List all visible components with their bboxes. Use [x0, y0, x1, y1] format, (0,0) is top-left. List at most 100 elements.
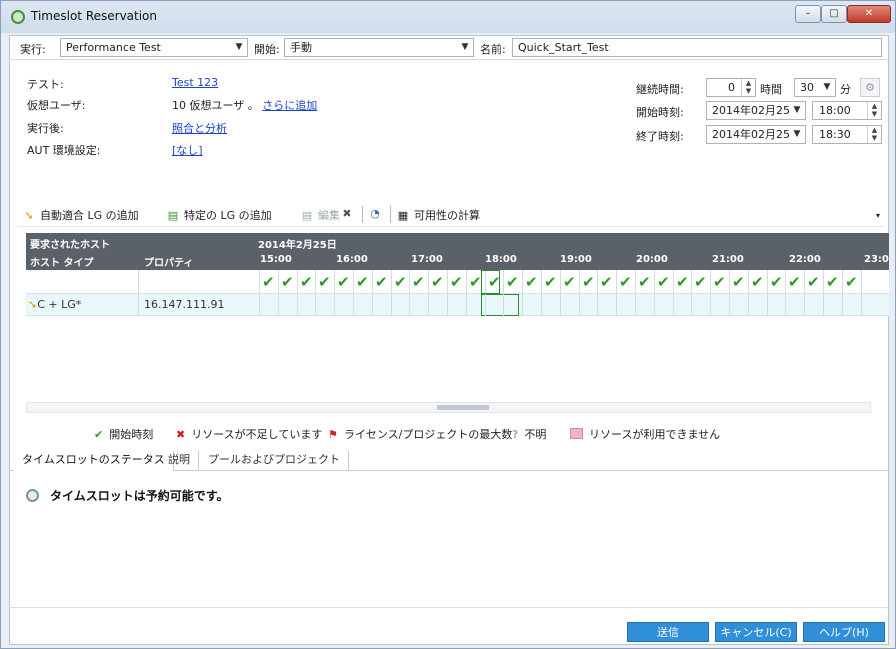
end-time-spinner[interactable]: 18:30 ▲ ▼: [812, 125, 882, 144]
minutes-select[interactable]: 30 ▼: [794, 78, 836, 97]
add-specific-lg-button[interactable]: ▤ 特定の LG の追加: [166, 207, 272, 223]
start-select-value: 手動: [290, 41, 312, 54]
timeslot-divider: [315, 270, 316, 294]
timeslot-divider: [635, 294, 636, 316]
timeslot-divider: [748, 270, 749, 294]
cross-icon: ✖: [176, 428, 186, 441]
timeslot-divider: [785, 294, 786, 316]
name-input[interactable]: Quick_Start_Test: [512, 38, 882, 57]
check-icon[interactable]: ✔: [826, 273, 839, 291]
check-icon[interactable]: ✔: [638, 273, 651, 291]
check-icon[interactable]: ✔: [431, 273, 444, 291]
check-icon[interactable]: ✔: [469, 273, 482, 291]
check-icon[interactable]: ✔: [563, 273, 576, 291]
add-more-vusers-link[interactable]: さらに追加: [262, 99, 317, 112]
calculate-availability-button[interactable]: ▦ 可用性の計算: [396, 207, 480, 223]
check-icon[interactable]: ✔: [751, 273, 764, 291]
timeslot-divider: [278, 270, 279, 294]
properties-header: プロパティ: [144, 258, 194, 269]
tab-timeslot-status[interactable]: タイムスロットのステータス: [14, 451, 174, 471]
check-icon[interactable]: ✔: [732, 273, 745, 291]
spin-arrows-icon[interactable]: ▲ ▼: [867, 126, 881, 143]
start-select[interactable]: 手動 ▼: [284, 38, 474, 57]
run-select-value: Performance Test: [66, 41, 161, 54]
grid-header-row-2: ホスト タイプ プロパティ 15:00 16:00 17:00 18:00 19…: [26, 251, 889, 270]
aut-env-link[interactable]: [なし]: [172, 142, 203, 158]
check-icon[interactable]: ✔: [600, 273, 613, 291]
app-icon: [11, 10, 25, 24]
vusers-count: 10 仮想ユーザ 。: [172, 99, 259, 112]
hours-spinner[interactable]: 0 ▲ ▼: [706, 78, 756, 97]
selected-timeslot[interactable]: [481, 294, 519, 316]
check-icon[interactable]: ✔: [375, 273, 388, 291]
spin-arrows-icon[interactable]: ▲ ▼: [741, 79, 755, 96]
grid-horizontal-scrollbar[interactable]: [26, 402, 871, 413]
close-button[interactable]: ✕: [847, 5, 891, 23]
check-icon[interactable]: ✔: [770, 273, 783, 291]
chevron-down-icon: ▼: [235, 42, 243, 52]
add-auto-lg-button[interactable]: ➘ 自動適合 LG の追加: [22, 207, 138, 223]
legend-insufficient-label: リソースが不足しています: [191, 428, 323, 441]
cancel-button[interactable]: キャンセル(C): [715, 622, 797, 642]
timeslot-divider: [842, 270, 843, 294]
delete-button[interactable]: ✖: [340, 207, 358, 220]
check-icon[interactable]: ✔: [845, 273, 858, 291]
check-icon[interactable]: ✔: [713, 273, 726, 291]
check-icon[interactable]: ✔: [807, 273, 820, 291]
check-icon[interactable]: ✔: [694, 273, 707, 291]
check-icon[interactable]: ✔: [262, 273, 275, 291]
timeslot-divider: [597, 270, 598, 294]
refresh-button[interactable]: ◔: [368, 207, 386, 220]
timeslot-divider: [560, 294, 561, 316]
host-row[interactable]: ➘C + LG* 16.147.111.91: [26, 294, 889, 316]
chevron-down-icon: ▼: [793, 105, 801, 115]
vusers-value: 10 仮想ユーザ 。 さらに追加: [172, 97, 317, 113]
run-select[interactable]: Performance Test ▼: [60, 38, 248, 57]
test-link[interactable]: Test 123: [172, 76, 218, 89]
end-date-select[interactable]: 2014年02月25 ▼: [706, 125, 806, 144]
run-settings-row: 実行: Performance Test ▼ 開始: 手動 ▼ 名前: Quic…: [10, 36, 888, 60]
timeslot-divider: [842, 294, 843, 316]
check-icon[interactable]: ✔: [300, 273, 313, 291]
start-time-value: 18:00: [819, 104, 851, 117]
edit-button[interactable]: ▤ 編集: [300, 207, 340, 223]
timeslot-divider: [579, 270, 580, 294]
check-icon[interactable]: ✔: [318, 273, 331, 291]
minimize-button[interactable]: –: [795, 5, 821, 23]
check-icon[interactable]: ✔: [582, 273, 595, 291]
check-icon[interactable]: ✔: [657, 273, 670, 291]
toolbar-overflow-icon[interactable]: ▾: [876, 211, 880, 220]
timeslot-divider: [297, 270, 298, 294]
check-icon[interactable]: ✔: [788, 273, 801, 291]
submit-button[interactable]: 送信: [627, 622, 709, 642]
spin-arrows-icon[interactable]: ▲ ▼: [867, 102, 881, 119]
post-run-link[interactable]: 照合と分析: [172, 120, 227, 136]
timeslot-divider: [729, 294, 730, 316]
timeslot-divider: [447, 294, 448, 316]
check-icon[interactable]: ✔: [525, 273, 538, 291]
start-date-select[interactable]: 2014年02月25 ▼: [706, 101, 806, 120]
check-icon[interactable]: ✔: [337, 273, 350, 291]
tab-description[interactable]: 説明: [160, 451, 199, 471]
timeslot-reservation-window: Timeslot Reservation – □ ✕ 実行: Performan…: [0, 0, 896, 649]
timeslot-divider: [823, 294, 824, 316]
dialog-buttons: 送信 キャンセル(C) ヘルプ(H): [10, 607, 888, 645]
maximize-button[interactable]: □: [821, 5, 847, 23]
check-icon[interactable]: ✔: [450, 273, 463, 291]
check-icon[interactable]: ✔: [544, 273, 557, 291]
check-icon[interactable]: ✔: [412, 273, 425, 291]
tab-pools-projects[interactable]: プールおよびプロジェクト: [200, 451, 349, 471]
scrollbar-thumb[interactable]: [437, 405, 489, 410]
check-icon[interactable]: ✔: [506, 273, 519, 291]
check-icon[interactable]: ✔: [281, 273, 294, 291]
check-icon[interactable]: ✔: [619, 273, 632, 291]
check-icon[interactable]: ✔: [676, 273, 689, 291]
timeslot-settings-icon[interactable]: ⚙: [860, 78, 880, 97]
start-time-spinner[interactable]: 18:00 ▲ ▼: [812, 101, 882, 120]
check-icon[interactable]: ✔: [356, 273, 369, 291]
timeslot-divider: [804, 270, 805, 294]
chevron-down-icon: ▼: [823, 82, 831, 92]
help-button[interactable]: ヘルプ(H): [803, 622, 885, 642]
calculator-icon: ▦: [397, 209, 409, 222]
check-icon[interactable]: ✔: [394, 273, 407, 291]
